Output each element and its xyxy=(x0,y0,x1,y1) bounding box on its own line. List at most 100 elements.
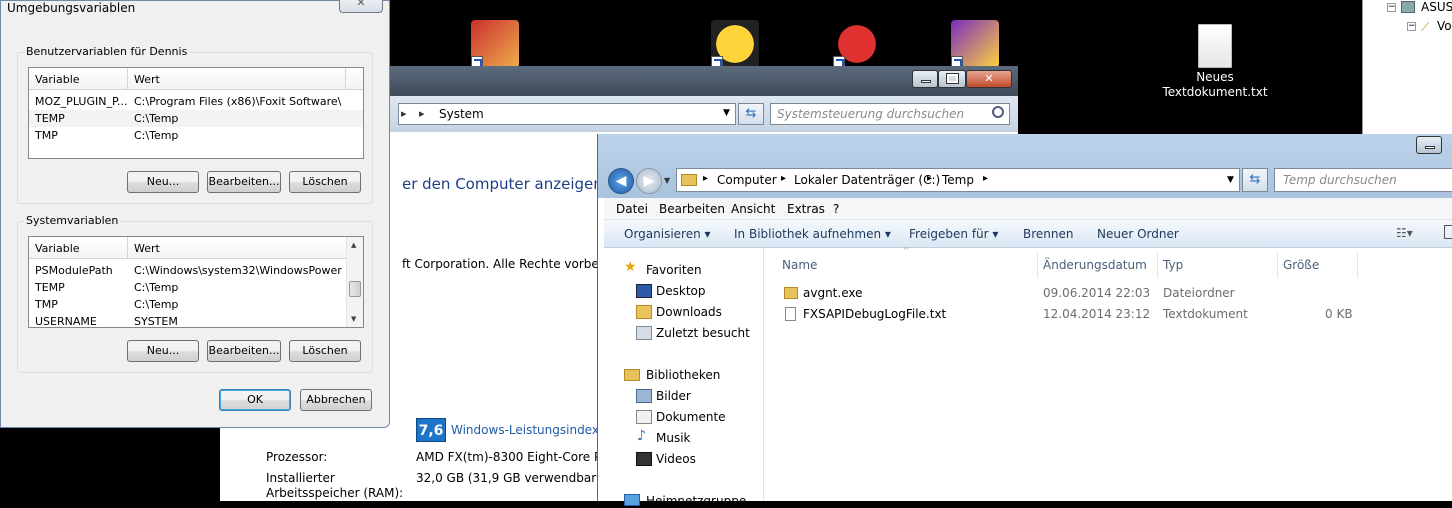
variable-value: SYSTEM xyxy=(134,315,178,328)
nav-documents[interactable]: Dokumente xyxy=(656,410,726,424)
scroll-thumb[interactable] xyxy=(349,281,361,297)
dropdown-arrow-icon[interactable]: ▼ xyxy=(1227,175,1234,185)
col-variable[interactable]: Variable xyxy=(35,73,80,86)
tree-expander-icon[interactable]: − xyxy=(1387,3,1396,12)
videos-icon xyxy=(636,452,652,466)
dropdown-arrow-icon[interactable]: ▼ xyxy=(723,108,730,118)
variable-name: PSModulePath xyxy=(35,264,113,277)
menu-datei[interactable]: Datei xyxy=(616,202,648,216)
breadcrumb-arrow-icon: ▸ xyxy=(983,173,989,184)
menu-extras[interactable]: Extras xyxy=(787,202,825,216)
folder-icon xyxy=(681,174,697,186)
nav-homegroup[interactable]: Heimnetzgruppe xyxy=(646,494,746,508)
list-row[interactable]: TEMP C:\Temp xyxy=(29,279,363,296)
burn-button[interactable]: Brennen xyxy=(1023,227,1073,241)
list-row[interactable]: PSModulePath C:\Windows\system32\Windows… xyxy=(29,262,363,279)
forward-button[interactable]: ▶ xyxy=(636,168,662,194)
desktop-icon-game-1[interactable] xyxy=(450,20,540,70)
system-edit-button[interactable]: Bearbeiten... xyxy=(207,340,281,362)
scroll-down-icon[interactable]: ▼ xyxy=(351,315,356,323)
breadcrumb-drive[interactable]: Lokaler Datenträger (C:) xyxy=(794,173,940,187)
user-delete-button[interactable]: Löschen xyxy=(289,171,361,193)
desktop-icon-game-4[interactable] xyxy=(930,20,1020,70)
history-dropdown-icon[interactable]: ▼ xyxy=(664,176,670,185)
user-edit-button[interactable]: Bearbeiten... xyxy=(207,171,281,193)
list-scrollbar[interactable]: ▲ ▼ xyxy=(346,237,363,327)
system-address-bar[interactable]: ▸ System ▸ ▼ xyxy=(398,103,736,125)
ram-label: Installierter Arbeitsspeicher (RAM): xyxy=(266,471,404,500)
add-to-library-button[interactable]: In Bibliothek aufnehmen ▾ xyxy=(734,227,891,241)
wei-score-badge[interactable]: 7,6 xyxy=(416,418,446,442)
explorer-search-input[interactable]: Temp durchsuchen xyxy=(1274,168,1452,192)
view-options-icon[interactable]: ☷▾ xyxy=(1396,226,1413,240)
desktop-icon-textfile[interactable]: Neues Textdokument.txt xyxy=(1160,24,1270,100)
list-row[interactable]: TMP C:\Temp xyxy=(29,127,363,144)
back-button[interactable]: ◀ xyxy=(608,168,634,194)
tree-expander-icon[interactable]: − xyxy=(1407,22,1416,31)
col-header-size[interactable]: Größe xyxy=(1283,258,1319,272)
desktop-icon-label: Neues Textdokument.txt xyxy=(1162,70,1268,99)
list-row[interactable]: TEMP C:\Temp xyxy=(29,110,363,127)
table-row[interactable]: FXSAPIDebugLogFile.txt 12.04.2014 23:12 … xyxy=(765,305,1365,325)
ok-button[interactable]: OK xyxy=(219,389,291,411)
col-header-type[interactable]: Typ xyxy=(1163,258,1183,272)
col-value[interactable]: Wert xyxy=(134,73,160,86)
nav-pictures[interactable]: Bilder xyxy=(656,389,691,403)
breadcrumb-system[interactable]: System xyxy=(439,107,484,121)
breadcrumb-temp[interactable]: Temp xyxy=(942,173,974,187)
close-button[interactable]: ✕ xyxy=(966,70,1012,88)
list-row[interactable]: MOZ_PLUGIN_P... C:\Program Files (x86)\F… xyxy=(29,93,363,110)
maximize-button[interactable] xyxy=(938,70,966,88)
breadcrumb-arrow-icon: ▸ xyxy=(419,107,425,120)
organize-button[interactable]: Organisieren ▾ xyxy=(624,227,711,241)
minimize-button[interactable] xyxy=(912,70,938,88)
breadcrumb-computer[interactable]: Computer xyxy=(717,173,777,187)
tree-panel: − ASUS − ⟋ Vo xyxy=(1362,0,1452,134)
desktop-icon-game-2[interactable] xyxy=(690,20,780,70)
refresh-button[interactable]: ⇆ xyxy=(738,103,764,125)
nav-libraries[interactable]: Bibliotheken xyxy=(646,368,720,382)
game-icon xyxy=(471,20,519,68)
col-value[interactable]: Wert xyxy=(134,242,160,255)
table-row[interactable]: avgnt.exe 09.06.2014 22:03 Dateiordner xyxy=(765,284,1365,304)
new-folder-button[interactable]: Neuer Ordner xyxy=(1097,227,1179,241)
variable-value: C:\Temp xyxy=(134,298,179,311)
minimize-button[interactable] xyxy=(1416,136,1442,154)
tree-item-root[interactable]: ASUS xyxy=(1421,0,1452,14)
nav-favorites[interactable]: Favoriten xyxy=(646,263,702,277)
nav-desktop[interactable]: Desktop xyxy=(656,284,706,298)
menu-help[interactable]: ? xyxy=(833,202,839,216)
list-row[interactable]: USERNAME SYSTEM xyxy=(29,313,363,328)
col-header-modified[interactable]: Änderungsdatum xyxy=(1043,258,1147,272)
explorer-address-bar[interactable]: ▸ Computer ▸ Lokaler Datenträger (C:) ▸ … xyxy=(676,168,1240,192)
desktop-icon-game-3[interactable] xyxy=(812,20,902,70)
refresh-button[interactable]: ⇆ xyxy=(1242,168,1268,192)
user-variables-list[interactable]: Variable Wert MOZ_PLUGIN_P... C:\Program… xyxy=(28,67,364,159)
preview-pane-icon[interactable] xyxy=(1444,225,1452,239)
system-new-button[interactable]: Neu... xyxy=(127,340,199,362)
nav-recent[interactable]: Zuletzt besucht xyxy=(656,326,750,340)
system-search-input[interactable]: Systemsteuerung durchsuchen xyxy=(770,103,1010,125)
file-modified: 09.06.2014 22:03 xyxy=(1043,286,1151,300)
system-variables-list[interactable]: Variable Wert PSModulePath C:\Windows\sy… xyxy=(28,236,364,328)
menu-ansicht[interactable]: Ansicht xyxy=(731,202,775,216)
wei-link[interactable]: Windows-Leistungsindex xyxy=(451,423,599,437)
col-header-name[interactable]: Name xyxy=(782,258,817,272)
cancel-button[interactable]: Abbrechen xyxy=(300,389,372,411)
share-with-button[interactable]: Freigeben für ▾ xyxy=(909,227,998,241)
scroll-up-icon[interactable]: ▲ xyxy=(351,241,356,249)
system-delete-button[interactable]: Löschen xyxy=(289,340,361,362)
nav-videos[interactable]: Videos xyxy=(656,452,696,466)
user-new-button[interactable]: Neu... xyxy=(127,171,199,193)
variable-name: TMP xyxy=(35,129,58,142)
dialog-close-button[interactable]: ✕ xyxy=(339,0,383,13)
star-icon: ★ xyxy=(624,259,637,275)
variable-name: USERNAME xyxy=(35,315,97,328)
list-row[interactable]: TMP C:\Temp xyxy=(29,296,363,313)
col-variable[interactable]: Variable xyxy=(35,242,80,255)
nav-downloads[interactable]: Downloads xyxy=(656,305,722,319)
smiley-game-icon xyxy=(711,20,759,68)
menu-bearbeiten[interactable]: Bearbeiten xyxy=(659,202,725,216)
nav-music[interactable]: Musik xyxy=(656,431,691,445)
tree-item-child[interactable]: Vo xyxy=(1437,19,1452,33)
